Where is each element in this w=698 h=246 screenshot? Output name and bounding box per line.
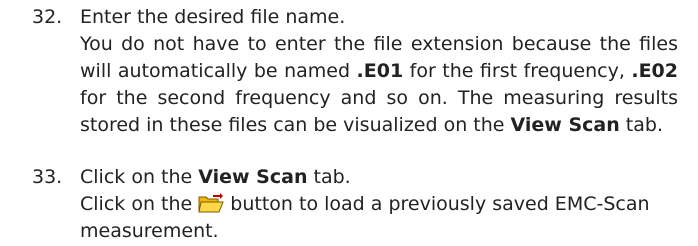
text: button to load a previously saved EMC-Sc… (224, 193, 650, 215)
step-body: Enter the desired file name. You do not … (80, 4, 678, 139)
text: Click on the (80, 166, 199, 188)
paragraph-line: for the second frequency and so on. The … (80, 85, 678, 112)
file-extension-e01: .E01 (356, 60, 404, 82)
paragraph-line: Click on the button to load a previously… (80, 191, 678, 218)
document-page: 32. Enter the desired file name. You do … (0, 0, 698, 246)
text: for the second frequency and so on. The … (80, 87, 678, 109)
step-number: 32. (32, 6, 63, 28)
view-scan-label: View Scan (198, 166, 308, 188)
view-scan-label: View Scan (510, 114, 620, 136)
paragraph-line: stored in these files can be visualized … (80, 112, 678, 139)
text: You do not have to enter the file extens… (80, 33, 678, 55)
text: stored in these files can be visualized … (80, 114, 511, 136)
text: for the first frequency, (403, 60, 632, 82)
paragraph-line: You do not have to enter the file extens… (80, 31, 678, 58)
step-heading: Click on the View Scan tab. (80, 164, 678, 191)
step-body: Click on the View Scan tab. Click on the… (80, 164, 678, 245)
text: will automatically be named (80, 60, 357, 82)
paragraph-line: measurement. (80, 220, 219, 242)
open-folder-icon (198, 193, 224, 214)
text: Click on the (80, 193, 199, 215)
text: tab. (619, 114, 663, 136)
file-extension-e02: .E02 (631, 60, 678, 82)
step-number: 33. (32, 166, 63, 188)
paragraph-line: will automatically be named .E01 for the… (80, 58, 678, 85)
text: tab. (307, 166, 351, 188)
step-heading: Enter the desired file name. (80, 6, 346, 28)
